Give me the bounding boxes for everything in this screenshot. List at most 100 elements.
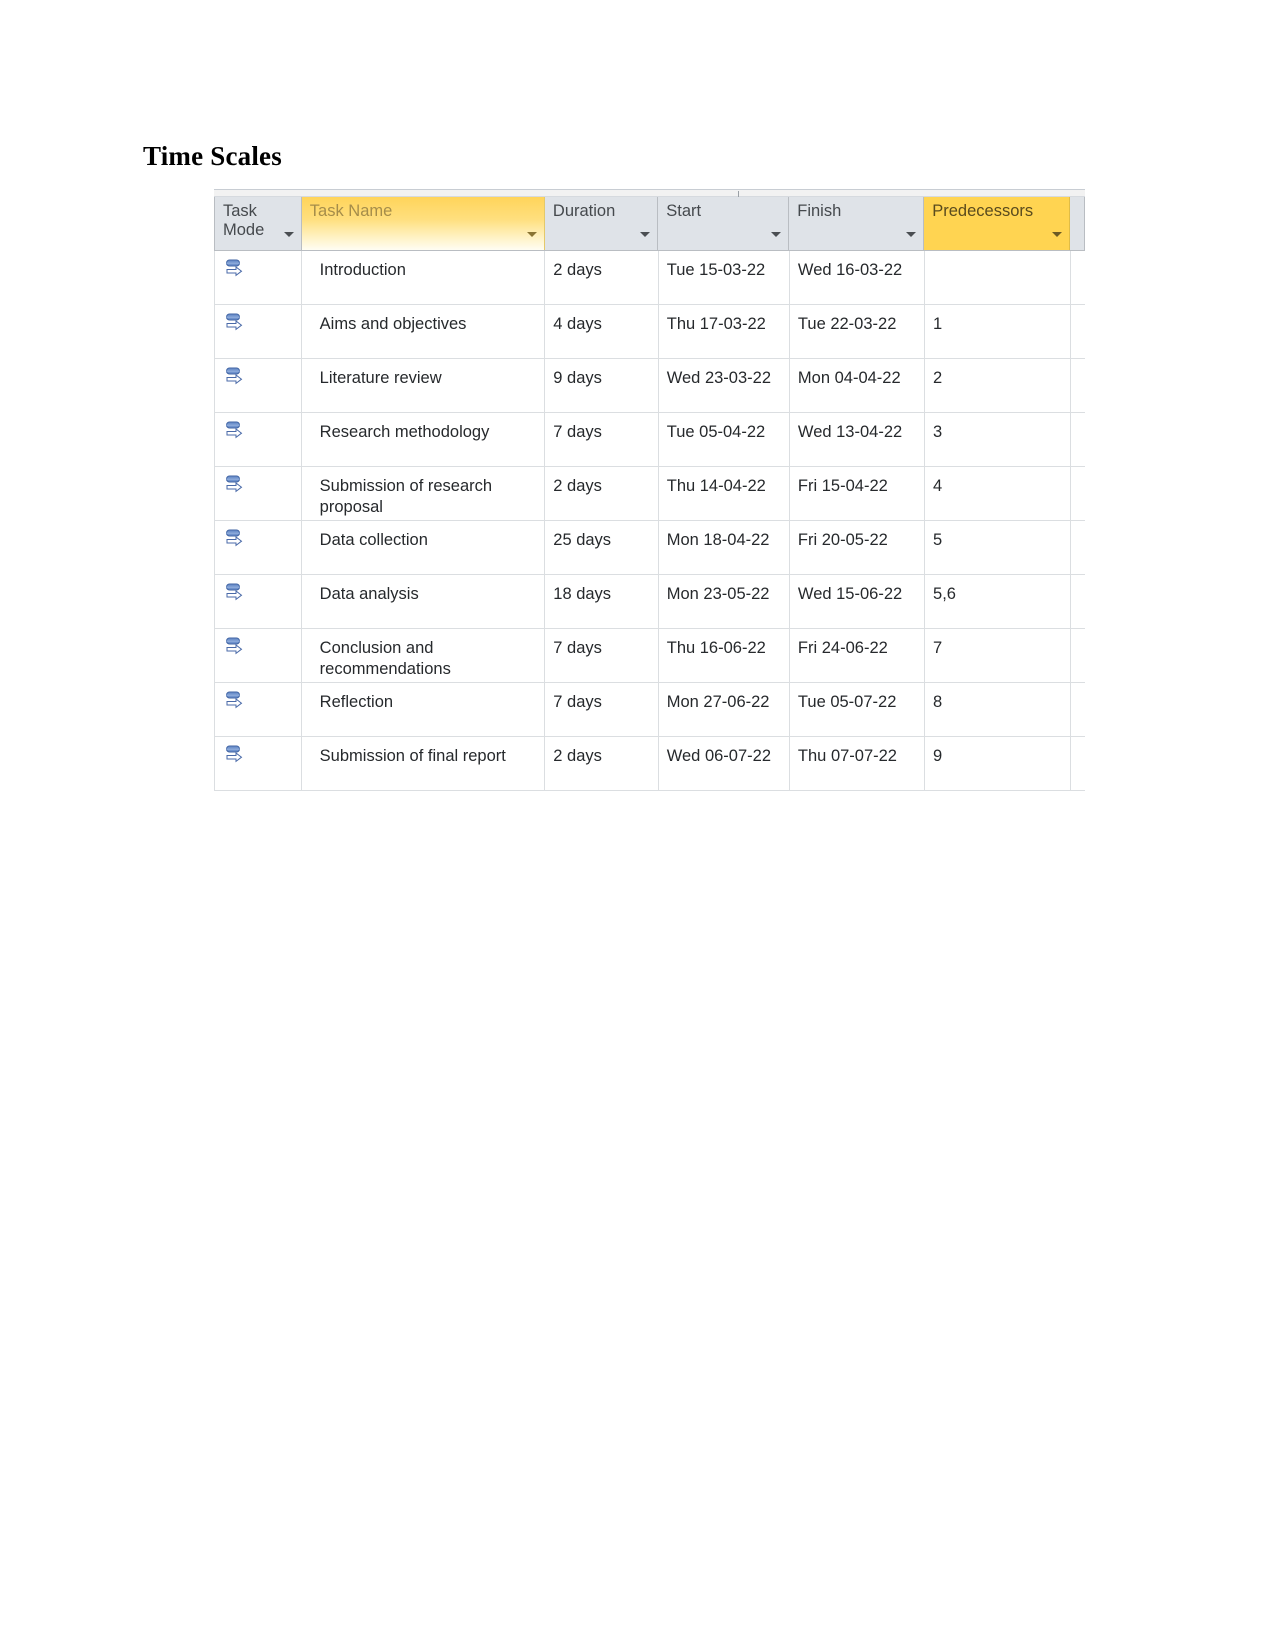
table-row[interactable]: Data analysis 18 days Mon 23-05-22 Wed 15-0…	[214, 575, 1085, 629]
cell-duration[interactable]: 18 days	[545, 575, 659, 628]
cell-task-name[interactable]: Submission of final report	[302, 737, 546, 790]
auto-scheduled-icon	[226, 259, 243, 277]
cell-finish[interactable]: Fri 24-06-22	[790, 629, 926, 682]
cell-task-mode[interactable]	[214, 683, 302, 736]
cell-duration[interactable]: 2 days	[545, 467, 659, 520]
cell-task-name[interactable]: Submission of research proposal	[302, 467, 546, 520]
cell-duration[interactable]: 7 days	[545, 683, 659, 736]
table-row[interactable]: Literature review 9 days Wed 23-03-22 Mon 0…	[214, 359, 1085, 413]
filter-chevron-down-icon[interactable]	[771, 232, 782, 237]
column-header-duration[interactable]: Duration	[544, 197, 659, 250]
cell-duration[interactable]: 9 days	[545, 359, 659, 412]
table-row[interactable]: Aims and objectives 4 days Thu 17-03-22 Tue…	[214, 305, 1085, 359]
cell-task-name[interactable]: Reflection	[302, 683, 546, 736]
cell-predecessors[interactable]: 7	[925, 629, 1071, 682]
cell-clipped	[1071, 467, 1085, 520]
cell-start[interactable]: Thu 17-03-22	[659, 305, 790, 358]
cell-clipped	[1071, 575, 1085, 628]
cell-duration[interactable]: 25 days	[545, 521, 659, 574]
cell-start[interactable]: Thu 16-06-22	[659, 629, 790, 682]
page-title: Time Scales	[143, 141, 282, 171]
column-header-task-name-label: Task Name	[309, 202, 393, 220]
cell-task-name[interactable]: Data collection	[302, 521, 546, 574]
cell-clipped	[1071, 683, 1085, 736]
cell-start[interactable]: Thu 14-04-22	[659, 467, 790, 520]
cell-predecessors[interactable]: 8	[925, 683, 1071, 736]
cell-task-mode[interactable]	[214, 359, 302, 412]
cell-task-name[interactable]: Data analysis	[302, 575, 546, 628]
column-header-start[interactable]: Start	[658, 197, 790, 250]
cell-finish[interactable]: Thu 07-07-22	[790, 737, 926, 790]
column-header-finish[interactable]: Finish	[789, 197, 925, 250]
cell-task-mode[interactable]	[214, 413, 302, 466]
auto-scheduled-icon	[226, 529, 243, 547]
column-header-task-name[interactable]: Task Name	[301, 197, 545, 250]
table-row[interactable]: Reflection 7 days Mon 27-06-22 Tue 05-07-22…	[214, 683, 1085, 737]
table-row[interactable]: Submission of final report 2 days Wed 06-0…	[214, 737, 1085, 791]
ms-project-entry-table: Task Mode Task Name Duration Start Finis…	[214, 189, 1085, 802]
table-top-strip	[214, 189, 1085, 197]
cell-start[interactable]: Tue 05-04-22	[659, 413, 790, 466]
cell-task-mode[interactable]	[214, 305, 302, 358]
cell-task-mode[interactable]	[214, 737, 302, 790]
cell-start[interactable]: Mon 18-04-22	[659, 521, 790, 574]
column-header-predecessors-label: Predecessors	[932, 202, 1034, 220]
table-row[interactable]: Submission of research proposal 2 days Thu…	[214, 467, 1085, 521]
auto-scheduled-icon	[226, 475, 243, 493]
cell-clipped	[1071, 359, 1085, 412]
cell-task-mode[interactable]	[214, 521, 302, 574]
cell-start[interactable]: Tue 15-03-22	[659, 251, 790, 304]
cell-finish[interactable]: Wed 13-04-22	[790, 413, 926, 466]
table-row[interactable]: Research methodology 7 days Tue 05-04-22 We…	[214, 413, 1085, 467]
cell-predecessors[interactable]: 2	[925, 359, 1071, 412]
cell-start[interactable]: Mon 27-06-22	[659, 683, 790, 736]
cell-task-mode[interactable]	[214, 251, 302, 304]
cell-duration[interactable]: 7 days	[545, 413, 659, 466]
cell-clipped	[1071, 413, 1085, 466]
cell-finish[interactable]: Mon 04-04-22	[790, 359, 926, 412]
cell-clipped	[1071, 737, 1085, 790]
filter-chevron-down-icon[interactable]	[640, 232, 651, 237]
cell-predecessors[interactable]	[925, 251, 1071, 304]
cell-start[interactable]: Wed 23-03-22	[659, 359, 790, 412]
cell-finish[interactable]: Fri 20-05-22	[790, 521, 926, 574]
cell-duration[interactable]: 2 days	[545, 737, 659, 790]
cell-task-mode[interactable]	[214, 467, 302, 520]
filter-chevron-down-icon[interactable]	[1052, 232, 1063, 237]
cell-finish[interactable]: Wed 16-03-22	[790, 251, 926, 304]
table-row[interactable]: Data collection 25 days Mon 18-04-22 Fri 20…	[214, 521, 1085, 575]
cell-task-name[interactable]: Aims and objectives	[302, 305, 546, 358]
cell-task-name[interactable]: Literature review	[302, 359, 546, 412]
cell-finish[interactable]: Fri 15-04-22	[790, 467, 926, 520]
cell-task-name[interactable]: Research methodology	[302, 413, 546, 466]
cell-start[interactable]: Mon 23-05-22	[659, 575, 790, 628]
column-header-start-label: Start	[666, 202, 702, 220]
cell-task-name[interactable]: Introduction	[302, 251, 546, 304]
cell-predecessors[interactable]: 4	[925, 467, 1071, 520]
cell-task-mode[interactable]	[214, 575, 302, 628]
table-row[interactable]: Introduction 2 days Tue 15-03-22 Wed 16-03-…	[214, 251, 1085, 305]
cell-finish[interactable]: Tue 22-03-22	[790, 305, 926, 358]
table-row[interactable]: Conclusion and recommendations 7 days Thu …	[214, 629, 1085, 683]
cell-predecessors[interactable]: 3	[925, 413, 1071, 466]
filter-chevron-down-icon[interactable]	[906, 232, 917, 237]
cell-predecessors[interactable]: 5,6	[925, 575, 1071, 628]
cell-predecessors[interactable]: 9	[925, 737, 1071, 790]
cell-duration[interactable]: 2 days	[545, 251, 659, 304]
cell-finish[interactable]: Wed 15-06-22	[790, 575, 926, 628]
cell-predecessors[interactable]: 5	[925, 521, 1071, 574]
column-header-finish-label: Finish	[797, 202, 842, 220]
auto-scheduled-icon	[226, 367, 243, 385]
cell-clipped	[1071, 521, 1085, 574]
cell-predecessors[interactable]: 1	[925, 305, 1071, 358]
cell-task-name[interactable]: Conclusion and recommendations	[302, 629, 546, 682]
filter-chevron-down-icon[interactable]	[283, 232, 294, 237]
filter-chevron-down-icon[interactable]	[526, 232, 537, 237]
cell-duration[interactable]: 4 days	[545, 305, 659, 358]
column-header-predecessors[interactable]: Predecessors	[924, 197, 1071, 250]
cell-finish[interactable]: Tue 05-07-22	[790, 683, 926, 736]
cell-task-mode[interactable]	[214, 629, 302, 682]
cell-duration[interactable]: 7 days	[545, 629, 659, 682]
column-header-task-mode[interactable]: Task Mode	[214, 197, 302, 250]
cell-start[interactable]: Wed 06-07-22	[659, 737, 790, 790]
